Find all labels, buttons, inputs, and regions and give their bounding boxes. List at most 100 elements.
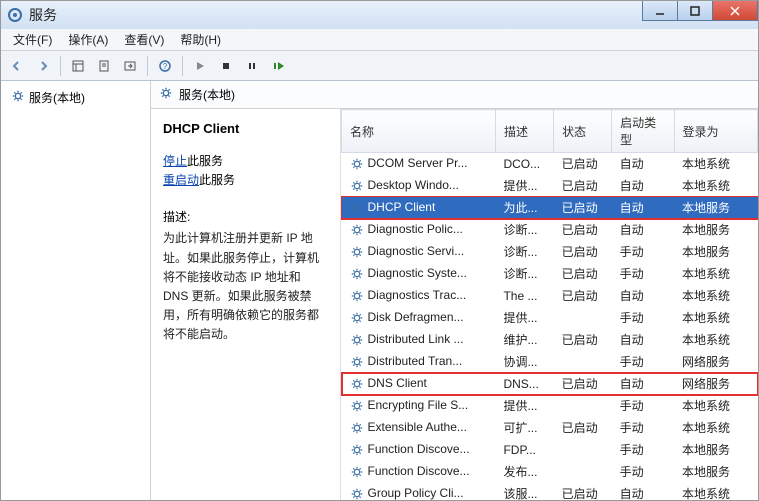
menu-file[interactable]: 文件(F) (5, 29, 60, 50)
help-button[interactable]: ? (153, 54, 177, 78)
cell-start: 自动 (612, 373, 674, 395)
cell-logon: 本地系统 (674, 175, 757, 197)
table-row[interactable]: Distributed Link ...维护...已启动自动本地系统 (342, 329, 758, 351)
cell-name: Diagnostic Servi... (342, 241, 496, 263)
cell-logon: 本地系统 (674, 329, 757, 351)
table-row[interactable]: Function Discove...发布...手动本地服务 (342, 461, 758, 483)
cell-desc: 可扩... (495, 417, 553, 439)
cell-logon: 网络服务 (674, 373, 757, 395)
cell-desc: 该服... (495, 483, 553, 501)
cell-start: 自动 (612, 219, 674, 241)
cell-logon: 本地系统 (674, 263, 757, 285)
cell-name: Diagnostic Syste... (342, 263, 496, 285)
cell-desc: 为此... (495, 197, 553, 219)
cell-start: 自动 (612, 175, 674, 197)
col-header-logon[interactable]: 登录为 (674, 110, 757, 153)
cell-start: 自动 (612, 197, 674, 219)
detail-title: DHCP Client (163, 119, 328, 140)
stop-service-button[interactable] (214, 54, 238, 78)
restart-service-link[interactable]: 重启动 (163, 173, 199, 187)
svg-text:?: ? (163, 62, 168, 71)
gear-icon (350, 465, 364, 479)
toolbar: ? (1, 51, 758, 81)
menu-action[interactable]: 操作(A) (60, 29, 116, 50)
maximize-button[interactable] (677, 1, 713, 21)
col-header-name[interactable]: 名称 (342, 110, 496, 153)
cell-logon: 本地服务 (674, 197, 757, 219)
gear-icon (350, 289, 364, 303)
table-row[interactable]: Diagnostics Trac...The ...已启动自动本地系统 (342, 285, 758, 307)
cell-name: Diagnostics Trac... (342, 285, 496, 307)
gear-icon (350, 223, 364, 237)
pause-service-button[interactable] (240, 54, 264, 78)
menu-view[interactable]: 查看(V) (116, 29, 172, 50)
table-row[interactable]: Diagnostic Syste...诊断...已启动手动本地系统 (342, 263, 758, 285)
detail-panel: DHCP Client 停止此服务 重启动此服务 描述: 为此计算机注册并更新 … (151, 109, 341, 500)
cell-status: 已启动 (554, 329, 612, 351)
toolbar-separator (147, 56, 148, 76)
show-hide-button[interactable] (66, 54, 90, 78)
stop-service-link[interactable]: 停止 (163, 154, 187, 168)
table-row[interactable]: Disk Defragmen...提供...手动本地系统 (342, 307, 758, 329)
table-row[interactable]: Group Policy Cli...该服...已启动自动本地系统 (342, 483, 758, 501)
service-table: 名称 描述 状态 启动类型 登录为 DCOM Server Pr...DCO..… (341, 109, 758, 500)
cell-name: Distributed Link ... (342, 329, 496, 351)
properties-button[interactable] (92, 54, 116, 78)
menu-help[interactable]: 帮助(H) (172, 29, 229, 50)
cell-desc: 提供... (495, 395, 553, 417)
col-header-desc[interactable]: 描述 (495, 110, 553, 153)
restart-service-suffix: 此服务 (199, 173, 235, 187)
cell-status: 已启动 (554, 285, 612, 307)
export-button[interactable] (118, 54, 142, 78)
table-row[interactable]: DNS ClientDNS...已启动自动网络服务 (342, 373, 758, 395)
cell-logon: 本地系统 (674, 395, 757, 417)
gear-icon (350, 245, 364, 259)
gear-icon (159, 86, 173, 103)
cell-logon: 本地服务 (674, 219, 757, 241)
table-row[interactable]: Desktop Windo...提供...已启动自动本地系统 (342, 175, 758, 197)
col-header-start[interactable]: 启动类型 (612, 110, 674, 153)
forward-button[interactable] (31, 54, 55, 78)
restart-service-button[interactable] (266, 54, 290, 78)
gear-icon (350, 487, 364, 500)
cell-start: 手动 (612, 307, 674, 329)
cell-logon: 本地系统 (674, 483, 757, 501)
start-service-button[interactable] (188, 54, 212, 78)
col-header-status[interactable]: 状态 (554, 110, 612, 153)
table-row[interactable]: Distributed Tran...协调...手动网络服务 (342, 351, 758, 373)
app-icon (7, 7, 23, 23)
cell-desc: The ... (495, 285, 553, 307)
table-row[interactable]: Function Discove...FDP...手动本地服务 (342, 439, 758, 461)
cell-start: 手动 (612, 417, 674, 439)
cell-name: Function Discove... (342, 461, 496, 483)
cell-desc: 诊断... (495, 241, 553, 263)
sidebar-item-services-local[interactable]: 服务(本地) (7, 87, 144, 108)
table-row[interactable]: DHCP Client为此...已启动自动本地服务 (342, 197, 758, 219)
main-header-label: 服务(本地) (179, 86, 235, 103)
cell-logon: 本地系统 (674, 153, 757, 175)
cell-status: 已启动 (554, 483, 612, 501)
services-window: 服务 文件(F) 操作(A) 查看(V) 帮助(H) ? 服 (0, 0, 759, 501)
minimize-button[interactable] (642, 1, 678, 21)
table-row[interactable]: Extensible Authe...可扩...已启动手动本地系统 (342, 417, 758, 439)
table-row[interactable]: Diagnostic Polic...诊断...已启动自动本地服务 (342, 219, 758, 241)
table-row[interactable]: Diagnostic Servi...诊断...已启动手动本地服务 (342, 241, 758, 263)
close-button[interactable] (712, 1, 758, 21)
cell-status: 已启动 (554, 373, 612, 395)
back-button[interactable] (5, 54, 29, 78)
cell-logon: 网络服务 (674, 351, 757, 373)
menu-bar: 文件(F) 操作(A) 查看(V) 帮助(H) (1, 29, 758, 51)
table-row[interactable]: Encrypting File S...提供...手动本地系统 (342, 395, 758, 417)
cell-logon: 本地系统 (674, 285, 757, 307)
gear-icon (350, 443, 364, 457)
cell-status (554, 461, 612, 483)
cell-logon: 本地系统 (674, 307, 757, 329)
table-row[interactable]: DCOM Server Pr...DCO...已启动自动本地系统 (342, 153, 758, 175)
cell-logon: 本地服务 (674, 439, 757, 461)
window-title: 服务 (29, 5, 57, 25)
cell-status: 已启动 (554, 263, 612, 285)
cell-status (554, 395, 612, 417)
cell-name: DHCP Client (342, 197, 496, 219)
toolbar-separator (182, 56, 183, 76)
service-table-wrap[interactable]: 名称 描述 状态 启动类型 登录为 DCOM Server Pr...DCO..… (341, 109, 758, 500)
